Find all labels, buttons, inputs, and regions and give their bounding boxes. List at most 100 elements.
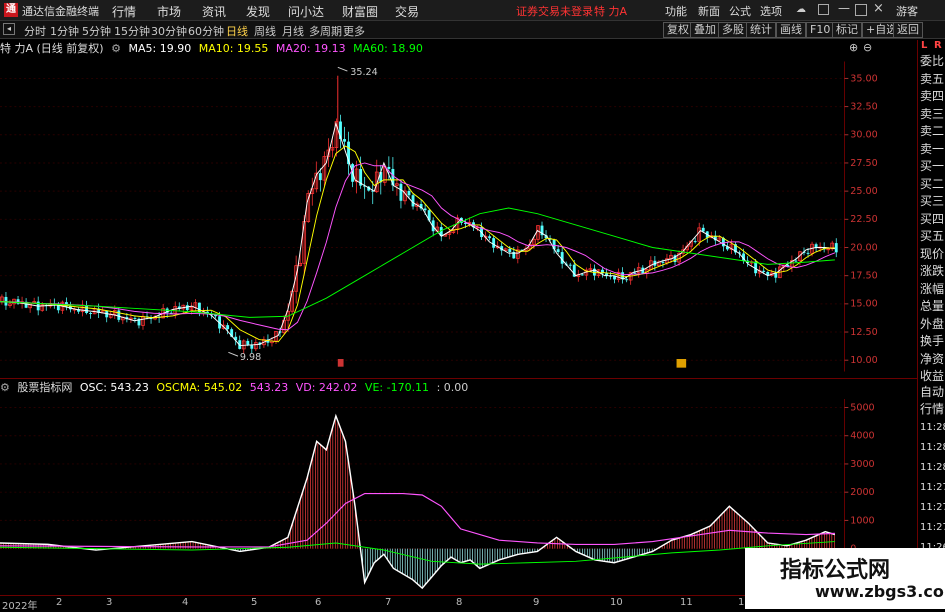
quote-label: 涨跌 — [920, 264, 945, 278]
panel-l-tab[interactable]: L — [921, 40, 927, 51]
period-60min[interactable]: 60分钟 — [188, 23, 224, 39]
auto-quote-label[interactable]: 自动 — [920, 385, 944, 400]
panel-r-tab[interactable]: R — [934, 40, 942, 51]
period-15min[interactable]: 15分钟 — [114, 23, 150, 39]
quote-label: 买四 — [920, 211, 945, 226]
osc-indicator-name: 股票指标网 — [17, 381, 73, 394]
biaoji-button[interactable]: 标记 — [832, 22, 862, 38]
menu-xuanxiang[interactable]: 选项 — [760, 3, 782, 19]
ma60-label: MA60: 18.90 — [353, 42, 423, 55]
candle-body — [488, 236, 492, 239]
candle-body — [754, 261, 758, 274]
quote-label: 总量 — [920, 299, 945, 313]
cloud-icon[interactable]: ☁ — [796, 4, 808, 16]
chart-shrink-icon[interactable]: ⊖ — [863, 41, 872, 54]
event-marker-s[interactable] — [337, 359, 344, 367]
fuquan-button[interactable]: 复权 — [663, 22, 693, 38]
osc-tick-label: 4000 — [850, 431, 874, 442]
quote-panel[interactable]: L R 委比 卖五 卖四 卖三 卖二 卖一 买一 买二 买三 买四 买五 现价 涨跌 涨幅 总量 外盘 换手 净资… — [917, 40, 945, 609]
candle-body — [246, 340, 250, 345]
candle-body — [133, 318, 137, 320]
guest-label[interactable]: 游客 — [896, 3, 918, 19]
menu-wenxiaoda[interactable]: 问小达 — [288, 3, 324, 20]
back-button[interactable]: 返回 — [893, 22, 923, 38]
diejia-button[interactable]: 叠加 — [690, 22, 720, 38]
quote-label: 卖三 — [920, 106, 945, 121]
oscma-value: OSCMA: 545.02 — [156, 381, 243, 394]
auto-quote-label[interactable]: 行情 — [920, 402, 944, 417]
candle-body — [85, 305, 88, 314]
duogu-button[interactable]: 多股 — [718, 22, 748, 38]
candle-body — [508, 248, 512, 252]
candle-body — [568, 264, 572, 266]
tongji-button[interactable]: 统计 — [746, 22, 776, 38]
candle-body — [407, 190, 411, 196]
watermark: 指标公式网 www.zbgs3.com — [745, 548, 945, 609]
period-fenshi[interactable]: 分时 — [24, 23, 46, 39]
menu-zixun[interactable]: 资讯 — [202, 3, 226, 20]
candle-body — [117, 310, 121, 320]
close-icon[interactable]: × — [873, 1, 884, 16]
menu-gongneng[interactable]: 功能 — [665, 3, 687, 19]
period-more[interactable]: 更多 — [343, 23, 365, 39]
f10-button[interactable]: F10 — [806, 22, 835, 38]
candle-body — [185, 305, 189, 311]
maximize-icon[interactable] — [855, 4, 867, 16]
osc-gear-icon[interactable]: ⚙ — [0, 381, 10, 394]
candle-body — [625, 279, 629, 281]
candle-body — [633, 272, 637, 274]
settings-gear-icon[interactable]: ⚙ — [111, 42, 121, 55]
menu-hangqing[interactable]: 行情 — [112, 3, 136, 20]
osc-value: OSC: 543.23 — [79, 381, 149, 394]
quote-label: 现价 — [920, 246, 945, 261]
period-multi[interactable]: 多周期 — [309, 23, 342, 39]
stock-name-label: 特 力A (日线 前复权) — [0, 42, 104, 55]
osc-tick-label: 2000 — [850, 487, 874, 498]
quote-label: 委比 — [920, 54, 945, 68]
candle-body — [580, 274, 584, 276]
minimize-icon[interactable]: — — [838, 1, 850, 15]
period-30min[interactable]: 30分钟 — [151, 23, 187, 39]
quote-label: 卖一 — [920, 141, 945, 156]
osc-tick-label: 3000 — [850, 459, 874, 470]
menu-gongshi[interactable]: 公式 — [729, 3, 751, 19]
menu-faxian[interactable]: 发现 — [246, 3, 270, 20]
huaxian-button[interactable]: 画线 — [776, 22, 806, 38]
app-title: 通达信金融终端 — [22, 5, 99, 18]
price-chart-bg — [0, 61, 845, 372]
login-status[interactable]: 证券交易未登录 — [516, 3, 593, 19]
period-1min[interactable]: 1分钟 — [50, 23, 79, 39]
price-legend: 特 力A (日线 前复权) ⚙ MA5: 19.90 MA10: 19.55 M… — [0, 40, 427, 55]
layout-toggle-icon[interactable]: ◂ — [3, 23, 15, 35]
event-marker-badge[interactable] — [676, 359, 687, 368]
panel-divider — [0, 378, 917, 379]
osc-legend: ⚙ 股票指标网 OSC: 543.23 OSCMA: 545.02 543.23… — [0, 379, 472, 395]
menu-xinmian[interactable]: 新面 — [698, 3, 720, 19]
tick-time: 11:27 — [920, 522, 945, 533]
tick-time: 11:27 — [920, 502, 945, 513]
period-daily[interactable]: 日线 — [226, 23, 248, 39]
menu-caifuquan[interactable]: 财富圈 — [342, 3, 378, 20]
price-tick-label: 12.50 — [850, 327, 877, 338]
chart-zoom-icon[interactable]: ⊕ — [849, 41, 858, 54]
period-5min[interactable]: 5分钟 — [82, 23, 111, 39]
restore-icon[interactable] — [818, 4, 829, 15]
candle-body — [762, 270, 766, 272]
date-label: 9 — [533, 597, 540, 608]
period-weekly[interactable]: 周线 — [254, 23, 276, 39]
app-logo-icon: 通 — [4, 3, 18, 17]
menu-jiaoyi[interactable]: 交易 — [395, 3, 419, 20]
period-monthly[interactable]: 月线 — [282, 23, 304, 39]
candle-body — [693, 241, 697, 243]
price-tick-label: 15.00 — [850, 299, 877, 310]
price-chart[interactable]: 35.00 32.50 30.00 27.50 25.00 22.50 20.00 17.50… — [0, 55, 880, 378]
price-tick-label: 32.50 — [850, 101, 877, 112]
tick-time: 11:28 — [920, 442, 945, 453]
quote-label: 卖五 — [920, 71, 945, 86]
menu-shichang[interactable]: 市场 — [157, 3, 181, 20]
ma10-label: MA10: 19.55 — [198, 42, 269, 55]
price-tick-label: 20.00 — [850, 242, 877, 253]
candle-body — [701, 227, 705, 232]
ma5-label: MA5: 19.90 — [128, 42, 192, 55]
candle-body — [226, 325, 230, 330]
